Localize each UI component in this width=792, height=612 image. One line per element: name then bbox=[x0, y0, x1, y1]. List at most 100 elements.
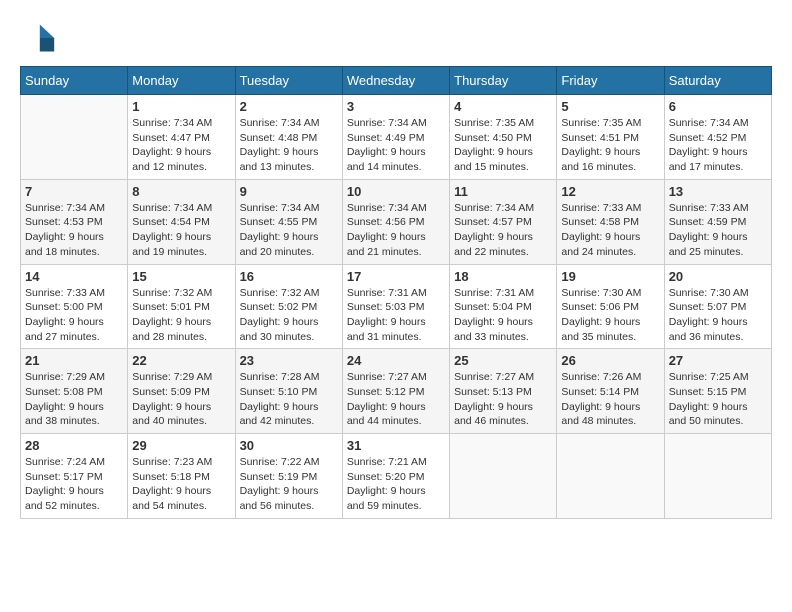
day-number: 7 bbox=[25, 184, 123, 199]
calendar-cell bbox=[450, 434, 557, 519]
header-thursday: Thursday bbox=[450, 67, 557, 95]
calendar-cell: 14 Sunrise: 7:33 AMSunset: 5:00 PMDayligh… bbox=[21, 264, 128, 349]
calendar-cell: 31 Sunrise: 7:21 AMSunset: 5:20 PMDayligh… bbox=[342, 434, 449, 519]
header-sunday: Sunday bbox=[21, 67, 128, 95]
day-info: Sunrise: 7:25 AMSunset: 5:15 PMDaylight:… bbox=[669, 370, 767, 429]
day-info: Sunrise: 7:34 AMSunset: 4:52 PMDaylight:… bbox=[669, 116, 767, 175]
day-number: 26 bbox=[561, 353, 659, 368]
day-number: 16 bbox=[240, 269, 338, 284]
calendar-week-5: 28Sunrise: 7:24 AMSunset: 5:17 PMDayligh… bbox=[21, 434, 772, 519]
day-info: Sunrise: 7:31 AMSunset: 5:03 PMDaylight:… bbox=[347, 286, 445, 345]
day-number: 5 bbox=[561, 99, 659, 114]
header-friday: Friday bbox=[557, 67, 664, 95]
calendar-cell: 24 Sunrise: 7:27 AMSunset: 5:12 PMDayligh… bbox=[342, 349, 449, 434]
calendar-cell: 22Sunrise: 7:29 AMSunset: 5:09 PMDayligh… bbox=[128, 349, 235, 434]
page-header bbox=[20, 20, 772, 56]
calendar-cell: 11Sunrise: 7:34 AMSunset: 4:57 PMDayligh… bbox=[450, 179, 557, 264]
day-number: 1 bbox=[132, 99, 230, 114]
calendar-cell: 25Sunrise: 7:27 AMSunset: 5:13 PMDayligh… bbox=[450, 349, 557, 434]
day-number: 8 bbox=[132, 184, 230, 199]
day-info: Sunrise: 7:35 AMSunset: 4:51 PMDaylight:… bbox=[561, 116, 659, 175]
calendar-cell: 30 Sunrise: 7:22 AMSunset: 5:19 PMDayligh… bbox=[235, 434, 342, 519]
calendar-table: Sunday Monday Tuesday Wednesday Thursday… bbox=[20, 66, 772, 519]
day-info: Sunrise: 7:31 AMSunset: 5:04 PMDaylight:… bbox=[454, 286, 552, 345]
day-info: Sunrise: 7:35 AMSunset: 4:50 PMDaylight:… bbox=[454, 116, 552, 175]
day-info: Sunrise: 7:28 AMSunset: 5:10 PMDaylight:… bbox=[240, 370, 338, 429]
calendar-cell: 16 Sunrise: 7:32 AMSunset: 5:02 PMDayligh… bbox=[235, 264, 342, 349]
calendar-cell: 4 Sunrise: 7:35 AMSunset: 4:50 PMDaylight… bbox=[450, 95, 557, 180]
day-number: 4 bbox=[454, 99, 552, 114]
calendar-cell: 13 Sunrise: 7:33 AMSunset: 4:59 PMDayligh… bbox=[664, 179, 771, 264]
day-number: 24 bbox=[347, 353, 445, 368]
day-info: Sunrise: 7:30 AMSunset: 5:07 PMDaylight:… bbox=[669, 286, 767, 345]
header-wednesday: Wednesday bbox=[342, 67, 449, 95]
day-info: Sunrise: 7:33 AMSunset: 5:00 PMDaylight:… bbox=[25, 286, 123, 345]
calendar-cell bbox=[557, 434, 664, 519]
day-number: 22 bbox=[132, 353, 230, 368]
day-info: Sunrise: 7:32 AMSunset: 5:02 PMDaylight:… bbox=[240, 286, 338, 345]
calendar-week-3: 14 Sunrise: 7:33 AMSunset: 5:00 PMDayligh… bbox=[21, 264, 772, 349]
calendar-cell: 15Sunrise: 7:32 AMSunset: 5:01 PMDayligh… bbox=[128, 264, 235, 349]
calendar-cell: 27Sunrise: 7:25 AMSunset: 5:15 PMDayligh… bbox=[664, 349, 771, 434]
day-info: Sunrise: 7:22 AMSunset: 5:19 PMDaylight:… bbox=[240, 455, 338, 514]
calendar-cell: 10 Sunrise: 7:34 AMSunset: 4:56 PMDayligh… bbox=[342, 179, 449, 264]
calendar-header: Sunday Monday Tuesday Wednesday Thursday… bbox=[21, 67, 772, 95]
calendar-cell: 6Sunrise: 7:34 AMSunset: 4:52 PMDaylight… bbox=[664, 95, 771, 180]
day-number: 17 bbox=[347, 269, 445, 284]
day-info: Sunrise: 7:23 AMSunset: 5:18 PMDaylight:… bbox=[132, 455, 230, 514]
calendar-cell: 26 Sunrise: 7:26 AMSunset: 5:14 PMDayligh… bbox=[557, 349, 664, 434]
calendar-cell: 5 Sunrise: 7:35 AMSunset: 4:51 PMDaylight… bbox=[557, 95, 664, 180]
calendar-cell: 2 Sunrise: 7:34 AMSunset: 4:48 PMDaylight… bbox=[235, 95, 342, 180]
calendar-body: 1 Sunrise: 7:34 AMSunset: 4:47 PMDaylight… bbox=[21, 95, 772, 519]
day-number: 31 bbox=[347, 438, 445, 453]
day-number: 19 bbox=[561, 269, 659, 284]
day-number: 18 bbox=[454, 269, 552, 284]
day-info: Sunrise: 7:34 AMSunset: 4:53 PMDaylight:… bbox=[25, 201, 123, 260]
day-number: 23 bbox=[240, 353, 338, 368]
day-info: Sunrise: 7:33 AMSunset: 4:59 PMDaylight:… bbox=[669, 201, 767, 260]
calendar-cell: 1 Sunrise: 7:34 AMSunset: 4:47 PMDaylight… bbox=[128, 95, 235, 180]
day-number: 12 bbox=[561, 184, 659, 199]
day-info: Sunrise: 7:27 AMSunset: 5:13 PMDaylight:… bbox=[454, 370, 552, 429]
day-info: Sunrise: 7:26 AMSunset: 5:14 PMDaylight:… bbox=[561, 370, 659, 429]
day-number: 21 bbox=[25, 353, 123, 368]
calendar-cell: 23 Sunrise: 7:28 AMSunset: 5:10 PMDayligh… bbox=[235, 349, 342, 434]
calendar-week-1: 1 Sunrise: 7:34 AMSunset: 4:47 PMDaylight… bbox=[21, 95, 772, 180]
calendar-cell: 19Sunrise: 7:30 AMSunset: 5:06 PMDayligh… bbox=[557, 264, 664, 349]
day-number: 30 bbox=[240, 438, 338, 453]
day-number: 9 bbox=[240, 184, 338, 199]
calendar-cell: 18 Sunrise: 7:31 AMSunset: 5:04 PMDayligh… bbox=[450, 264, 557, 349]
logo bbox=[20, 20, 60, 56]
calendar-cell: 8 Sunrise: 7:34 AMSunset: 4:54 PMDaylight… bbox=[128, 179, 235, 264]
day-number: 29 bbox=[132, 438, 230, 453]
calendar-cell: 7 Sunrise: 7:34 AMSunset: 4:53 PMDaylight… bbox=[21, 179, 128, 264]
day-info: Sunrise: 7:24 AMSunset: 5:17 PMDaylight:… bbox=[25, 455, 123, 514]
day-info: Sunrise: 7:21 AMSunset: 5:20 PMDaylight:… bbox=[347, 455, 445, 514]
header-saturday: Saturday bbox=[664, 67, 771, 95]
day-info: Sunrise: 7:33 AMSunset: 4:58 PMDaylight:… bbox=[561, 201, 659, 260]
day-info: Sunrise: 7:34 AMSunset: 4:48 PMDaylight:… bbox=[240, 116, 338, 175]
header-monday: Monday bbox=[128, 67, 235, 95]
day-number: 10 bbox=[347, 184, 445, 199]
day-info: Sunrise: 7:34 AMSunset: 4:54 PMDaylight:… bbox=[132, 201, 230, 260]
calendar-cell: 28Sunrise: 7:24 AMSunset: 5:17 PMDayligh… bbox=[21, 434, 128, 519]
day-info: Sunrise: 7:34 AMSunset: 4:55 PMDaylight:… bbox=[240, 201, 338, 260]
calendar-cell: 29 Sunrise: 7:23 AMSunset: 5:18 PMDayligh… bbox=[128, 434, 235, 519]
day-number: 13 bbox=[669, 184, 767, 199]
header-row: Sunday Monday Tuesday Wednesday Thursday… bbox=[21, 67, 772, 95]
calendar-cell: 20 Sunrise: 7:30 AMSunset: 5:07 PMDayligh… bbox=[664, 264, 771, 349]
day-number: 20 bbox=[669, 269, 767, 284]
calendar-cell: 9 Sunrise: 7:34 AMSunset: 4:55 PMDaylight… bbox=[235, 179, 342, 264]
calendar-cell: 12 Sunrise: 7:33 AMSunset: 4:58 PMDayligh… bbox=[557, 179, 664, 264]
day-number: 2 bbox=[240, 99, 338, 114]
calendar-cell: 3Sunrise: 7:34 AMSunset: 4:49 PMDaylight… bbox=[342, 95, 449, 180]
day-info: Sunrise: 7:27 AMSunset: 5:12 PMDaylight:… bbox=[347, 370, 445, 429]
day-number: 14 bbox=[25, 269, 123, 284]
day-number: 11 bbox=[454, 184, 552, 199]
calendar-week-2: 7 Sunrise: 7:34 AMSunset: 4:53 PMDaylight… bbox=[21, 179, 772, 264]
day-info: Sunrise: 7:34 AMSunset: 4:47 PMDaylight:… bbox=[132, 116, 230, 175]
calendar-cell bbox=[664, 434, 771, 519]
day-info: Sunrise: 7:32 AMSunset: 5:01 PMDaylight:… bbox=[132, 286, 230, 345]
day-number: 3 bbox=[347, 99, 445, 114]
day-info: Sunrise: 7:34 AMSunset: 4:56 PMDaylight:… bbox=[347, 201, 445, 260]
